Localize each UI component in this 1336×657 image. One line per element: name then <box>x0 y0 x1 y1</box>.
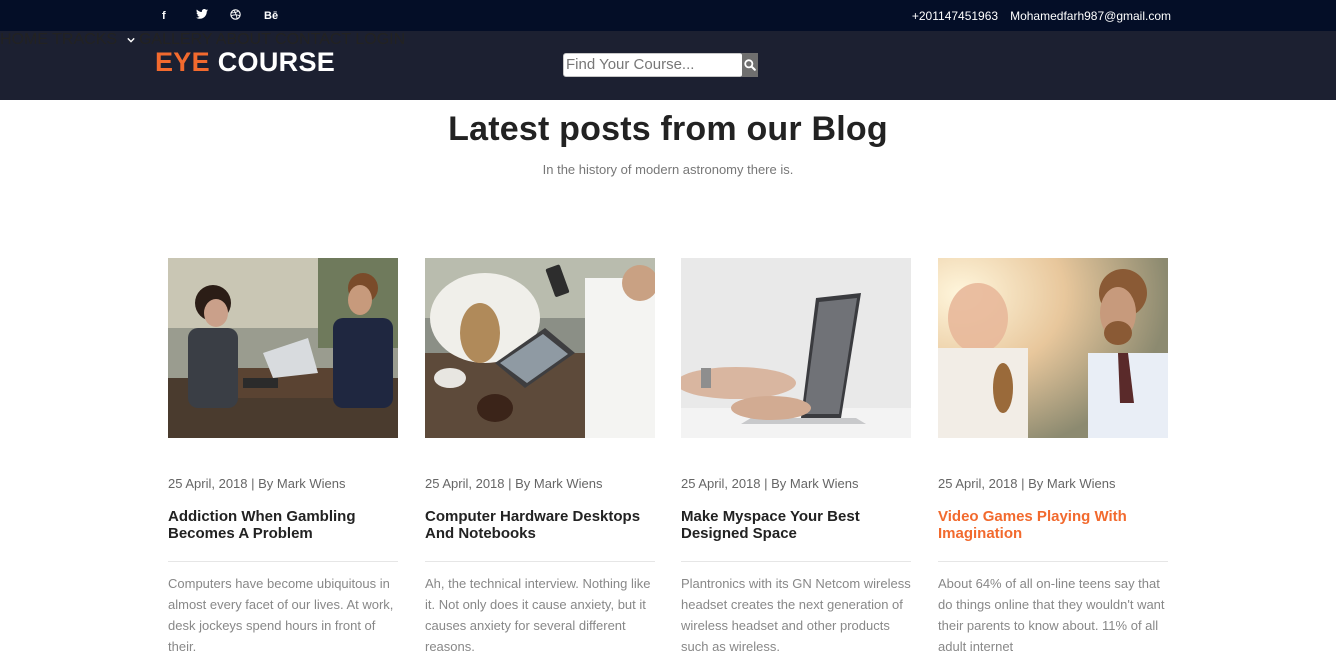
blog-section-subtitle: In the history of modern astronomy there… <box>542 162 794 177</box>
nav-login[interactable]: LOGIN <box>355 31 405 48</box>
post-thumbnail[interactable] <box>168 258 398 438</box>
divider <box>938 561 1168 562</box>
social-links: f Bē <box>162 0 298 31</box>
post-meta: 25 April, 2018 | By Mark Wiens <box>681 476 859 491</box>
post-title[interactable]: Computer Hardware Desktops And Notebooks <box>425 508 655 542</box>
post-excerpt: Ah, the technical interview. Nothing lik… <box>425 576 651 654</box>
nav-about[interactable]: ABOUT <box>216 31 271 48</box>
logo-eye: EYE <box>155 47 210 77</box>
post-excerpt: Computers have become ubiquitous in almo… <box>168 576 394 654</box>
behance-icon[interactable]: Bē <box>264 10 298 22</box>
blog-card: 25 April, 2018 | By Mark Wiens Make Mysp… <box>681 258 911 657</box>
nav-gallery[interactable]: GALLERY <box>139 31 212 48</box>
post-title[interactable]: Video Games Playing With Imagination <box>938 508 1168 542</box>
nav-contact[interactable]: CONTACT <box>275 31 351 48</box>
phone-number[interactable]: +201147451963 <box>912 9 998 23</box>
nav-tracks[interactable]: TRACKS <box>52 31 139 48</box>
post-thumbnail[interactable] <box>938 258 1168 438</box>
search-input[interactable]: Find Your Course... <box>563 53 743 77</box>
post-excerpt: Plantronics with its GN Netcom wireless … <box>681 576 911 654</box>
blog-card: 25 April, 2018 | By Mark Wiens Video Gam… <box>938 258 1168 657</box>
logo-course: COURSE <box>217 47 336 77</box>
site-logo[interactable]: EYE COURSE <box>155 47 335 78</box>
nav-home[interactable]: HOME <box>0 31 48 48</box>
blog-section-title: Latest posts from our Blog <box>448 110 888 148</box>
email-address[interactable]: Mohamedfarh987@gmail.com <box>1010 9 1171 23</box>
contact-info: +201147451963 Mohamedfarh987@gmail.com <box>912 0 1171 31</box>
search-icon <box>744 59 756 71</box>
post-thumbnail[interactable] <box>681 258 911 438</box>
post-excerpt: About 64% of all on-line teens say that … <box>938 576 1165 654</box>
chevron-down-icon <box>126 37 135 43</box>
divider <box>681 561 911 562</box>
dribbble-icon[interactable] <box>230 8 264 23</box>
facebook-icon[interactable]: f <box>162 10 196 22</box>
main-navbar: EYE COURSE Find Your Course... HOME TRAC… <box>0 31 1336 100</box>
post-title[interactable]: Addiction When Gambling Becomes A Proble… <box>168 508 398 542</box>
search-button[interactable] <box>742 53 758 77</box>
blog-card: 25 April, 2018 | By Mark Wiens Computer … <box>425 258 655 657</box>
nav-tracks-label: TRACKS <box>52 31 118 48</box>
blog-card: 25 April, 2018 | By Mark Wiens Addiction… <box>168 258 398 657</box>
divider <box>425 561 655 562</box>
twitter-icon[interactable] <box>196 9 230 22</box>
post-meta: 25 April, 2018 | By Mark Wiens <box>168 476 346 491</box>
post-meta: 25 April, 2018 | By Mark Wiens <box>425 476 603 491</box>
divider <box>168 561 398 562</box>
post-title[interactable]: Make Myspace Your Best Designed Space <box>681 508 911 542</box>
post-thumbnail[interactable] <box>425 258 655 438</box>
post-meta: 25 April, 2018 | By Mark Wiens <box>938 476 1116 491</box>
top-bar: f Bē +201147451963 Mohamedfarh987@gmail.… <box>0 0 1336 31</box>
